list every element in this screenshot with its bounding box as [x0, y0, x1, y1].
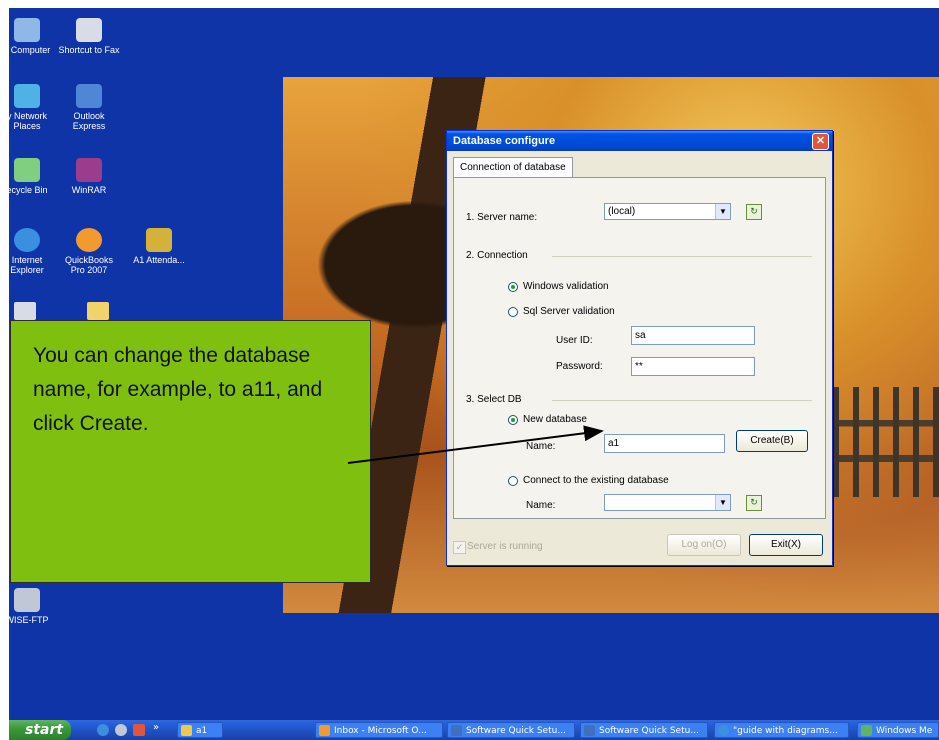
start-label: start: [25, 722, 64, 738]
quick-launch-outlook-icon[interactable]: [133, 724, 145, 736]
quick-launch-chevron-icon[interactable]: »: [153, 722, 159, 733]
windows-messenger-icon: [861, 725, 872, 736]
task-software-quick-setup-1[interactable]: Software Quick Setu...: [447, 722, 575, 738]
task-guide-with-diagrams[interactable]: "guide with diagrams...: [714, 722, 849, 738]
outlook-icon: [319, 725, 330, 736]
desktop-screen: y Computer Shortcut to Fax y Network Pla…: [9, 8, 939, 740]
callout-arrow: [347, 425, 604, 464]
task-windows-messenger[interactable]: Windows Me: [857, 722, 939, 738]
taskbar: start » a1 Inbox - Microsoft O... Softwa…: [9, 720, 939, 740]
quick-launch-media-icon[interactable]: [115, 724, 127, 736]
task-folder-a1[interactable]: a1: [177, 722, 223, 738]
word-doc-icon: [451, 725, 462, 736]
quick-launch-ie-icon[interactable]: [97, 724, 109, 736]
internet-explorer-icon: [718, 725, 729, 736]
task-inbox[interactable]: Inbox - Microsoft O...: [315, 722, 443, 738]
word-doc-icon: [584, 725, 595, 736]
start-button[interactable]: start: [9, 720, 71, 740]
task-software-quick-setup-2[interactable]: Software Quick Setu...: [580, 722, 708, 738]
folder-icon: [181, 725, 192, 736]
